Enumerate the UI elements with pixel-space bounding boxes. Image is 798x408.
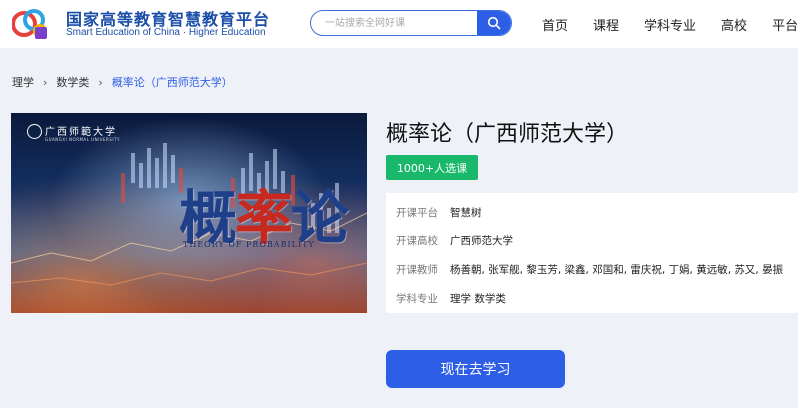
info-row-teachers: 开课教师 杨善朝, 张军舰, 黎玉芳, 梁鑫, 邓国和, 雷庆祝, 丁娟, 黄远… bbox=[396, 262, 783, 276]
search-box bbox=[310, 10, 512, 36]
breadcrumb: 理学 › 数学类 › 概率论（广西师范大学） bbox=[12, 74, 233, 90]
nav-home[interactable]: 首页 bbox=[542, 15, 568, 34]
search-button[interactable] bbox=[477, 11, 511, 35]
platform-logo[interactable] bbox=[12, 5, 52, 43]
brand-subtitle: Smart Education of China · Higher Educat… bbox=[66, 27, 266, 38]
info-label: 开课平台 bbox=[396, 206, 438, 219]
search-input[interactable] bbox=[311, 11, 479, 35]
nav-disciplines[interactable]: 学科专业 bbox=[644, 15, 696, 34]
main-nav: 首页 课程 学科专业 高校 平台 bbox=[542, 0, 798, 48]
info-row-discipline: 学科专业 理学 数学类 bbox=[396, 291, 506, 305]
breadcrumb-science[interactable]: 理学 bbox=[12, 74, 34, 90]
info-value-teachers: 杨善朝, 张军舰, 黎玉芳, 梁鑫, 邓国和, 雷庆祝, 丁娟, 黄远敏, 苏又… bbox=[450, 263, 784, 276]
nav-platforms[interactable]: 平台 bbox=[772, 15, 798, 34]
nav-universities[interactable]: 高校 bbox=[721, 15, 747, 34]
info-label: 开课教师 bbox=[396, 263, 438, 276]
enrollment-badge: 1000+人选课 bbox=[386, 155, 478, 180]
breadcrumb-chevron-icon: › bbox=[98, 75, 103, 89]
cover-university-name-en: GUANGXI NORMAL UNIVERSITY bbox=[45, 137, 120, 142]
breadcrumb-chevron-icon: › bbox=[43, 75, 48, 89]
info-row-platform: 开课平台 智慧树 bbox=[396, 205, 482, 219]
info-label: 学科专业 bbox=[396, 292, 438, 305]
info-row-university: 开课高校 广西师范大学 bbox=[396, 233, 513, 247]
info-value-university[interactable]: 广西师范大学 bbox=[450, 233, 513, 248]
course-cover-image: 广西师範大学 GUANGXI NORMAL UNIVERSITY 概率论 THE… bbox=[11, 113, 367, 313]
nav-courses[interactable]: 课程 bbox=[593, 15, 619, 34]
top-header: 国家高等教育智慧教育平台 Smart Education of China · … bbox=[0, 0, 798, 48]
info-value-platform[interactable]: 智慧树 bbox=[450, 205, 482, 220]
search-icon bbox=[487, 16, 501, 30]
course-title: 概率论（广西师范大学） bbox=[386, 122, 629, 147]
breadcrumb-current-course: 概率论（广西师范大学） bbox=[111, 76, 233, 89]
cover-subtitle: THEORY OF PROBABILITY bbox=[183, 240, 315, 249]
cover-university-name: 广西师範大学 bbox=[45, 127, 117, 138]
university-seal-icon bbox=[27, 124, 42, 139]
info-value-discipline: 理学 数学类 bbox=[450, 292, 506, 305]
breadcrumb-math[interactable]: 数学类 bbox=[56, 74, 89, 90]
info-label: 开课高校 bbox=[396, 234, 438, 247]
course-info-panel: 开课平台 智慧树 开课高校 广西师范大学 开课教师 杨善朝, 张军舰, 黎玉芳,… bbox=[386, 193, 798, 313]
start-learning-button[interactable]: 现在去学习 bbox=[386, 350, 565, 388]
